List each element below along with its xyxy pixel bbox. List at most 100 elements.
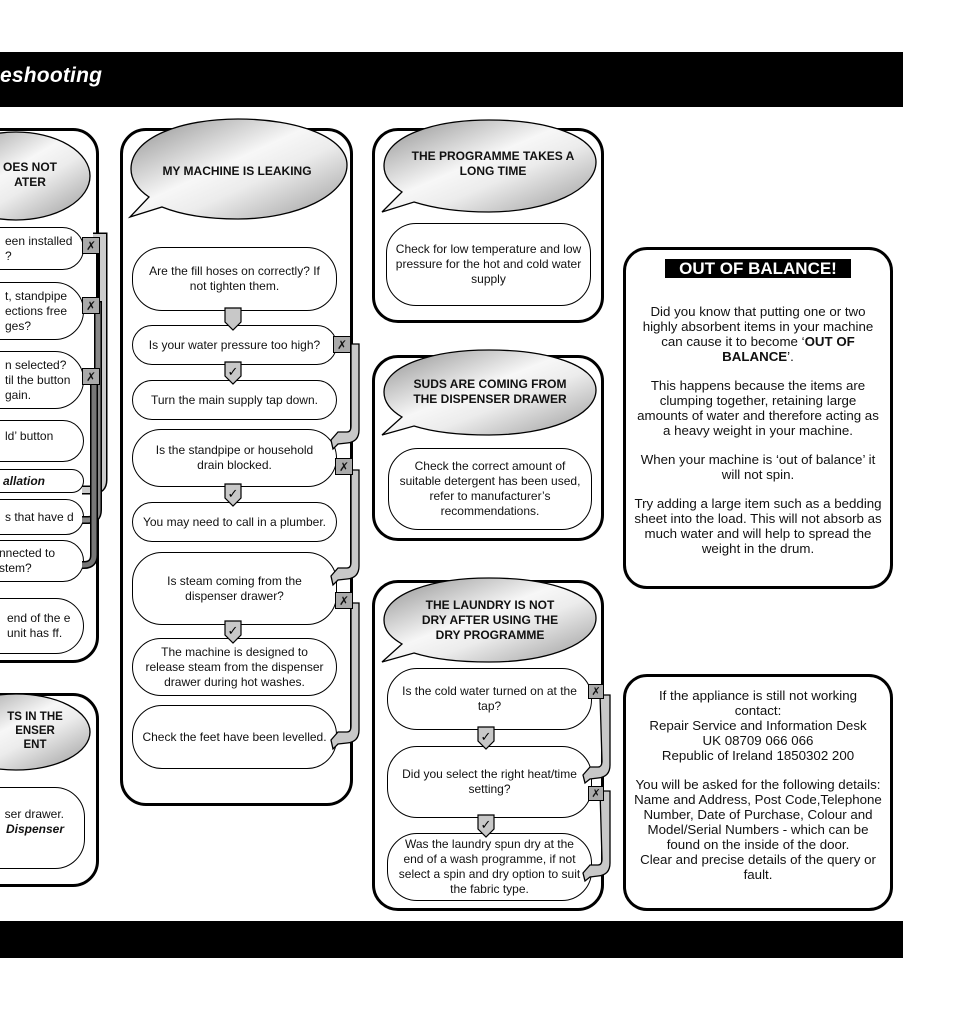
- step-box: Did you select the right heat/time setti…: [387, 746, 592, 818]
- cross-icon: ✗: [338, 593, 350, 608]
- step-text: s that have d: [5, 509, 74, 524]
- step-box: Check the feet have been levelled.: [132, 705, 337, 769]
- cross-icon: ✗: [336, 337, 348, 352]
- step-text: Check for low temperature and low pressu…: [395, 242, 582, 286]
- cross-icon: ✗: [85, 369, 97, 384]
- bubble-heading: SUDS ARE COMING FROM THE DISPENSER DRAWE…: [413, 377, 567, 406]
- paragraph: When your machine is ‘out of balance’ it…: [640, 452, 876, 482]
- out-of-balance-title: OUT OF BALANCE!: [665, 259, 851, 278]
- contact-intro: If the appliance is still not working co…: [658, 688, 858, 718]
- no-tag: ✗: [588, 684, 604, 699]
- check-icon: ✓: [228, 624, 239, 639]
- step-text: allation: [3, 473, 46, 488]
- footer-bar: [0, 921, 903, 958]
- check-icon: ✓: [228, 365, 239, 380]
- step-text: een installed ?: [5, 233, 73, 263]
- speech-bubble-leaking: MY MACHINE IS LEAKING: [127, 118, 349, 220]
- step-text: Check the feet have been levelled.: [142, 729, 327, 744]
- bubble-heading: THE LAUNDRY IS NOT DRY AFTER USING THE D…: [421, 597, 559, 642]
- speech-bubble-no-water: OES NOT ATER: [0, 131, 92, 224]
- step-box: ld’ button: [0, 420, 84, 462]
- step-text: Check the correct amount of suitable det…: [399, 459, 581, 518]
- down-arrow-icon: [223, 307, 243, 337]
- paragraph: This happens because the items are clump…: [637, 378, 879, 438]
- check-icon: ✓: [228, 487, 239, 502]
- out-of-balance-box: OUT OF BALANCE! Did you know that puttin…: [623, 247, 893, 589]
- no-tag: ✗: [82, 368, 100, 385]
- step-box: Check for low temperature and low pressu…: [386, 223, 591, 306]
- step-box: een installed ?: [0, 227, 84, 270]
- bubble-heading-line: ENSER: [15, 725, 55, 737]
- check-icon: ✓: [481, 818, 492, 833]
- contact-desk: Repair Service and Information Desk: [649, 718, 867, 733]
- bubble-heading: MY MACHINE IS LEAKING: [162, 163, 312, 178]
- step-box: nnected to stem?: [0, 540, 84, 582]
- step-box: Are the fill hoses on correctly? If not …: [132, 247, 337, 311]
- yes-arrow: ✓: [476, 726, 496, 756]
- step-text: Did you select the right heat/time setti…: [402, 767, 577, 796]
- paragraph: Clear and precise details of the query o…: [640, 852, 876, 882]
- yes-arrow: ✓: [223, 620, 243, 650]
- check-icon: ✓: [481, 730, 492, 745]
- contact-uk-phone: UK 08709 066 066: [702, 733, 814, 748]
- step-text: ld’ button: [5, 429, 54, 443]
- yes-arrow: ✓: [223, 361, 243, 391]
- contact-box: If the appliance is still not working co…: [623, 674, 893, 911]
- speech-bubble-not-dry: THE LAUNDRY IS NOT DRY AFTER USING THE D…: [378, 577, 600, 663]
- no-tag: ✗: [588, 786, 604, 801]
- speech-bubble-suds: SUDS ARE COMING FROM THE DISPENSER DRAWE…: [378, 349, 600, 436]
- bubble-heading-line: ATER: [14, 175, 46, 189]
- cross-icon: ✗: [338, 459, 350, 474]
- step-text: Turn the main supply tap down.: [151, 392, 318, 407]
- step-box: Is steam coming from the dispenser drawe…: [132, 552, 337, 625]
- step-box: ser drawer. Dispenser: [0, 787, 85, 869]
- paragraph: You will be asked for the following deta…: [634, 777, 882, 852]
- cross-icon: ✗: [591, 788, 601, 800]
- paragraph: If the appliance is still not working co…: [626, 688, 890, 763]
- cross-icon: ✗: [591, 686, 601, 698]
- step-text-emphasis: Dispenser: [5, 822, 64, 836]
- step-box: Is the standpipe or household drain bloc…: [132, 429, 337, 487]
- step-text: t, standpipe ections free ges?: [5, 288, 68, 333]
- step-text: n selected? til the button gain.: [5, 357, 71, 402]
- cross-icon: ✗: [85, 238, 97, 253]
- step-box: n selected? til the button gain.: [0, 351, 84, 409]
- step-text: end of the e unit has ff.: [7, 611, 71, 640]
- yes-arrow: ✓: [223, 483, 243, 513]
- paragraph: Did you know that putting one or two hig…: [626, 304, 890, 364]
- step-text: Is the cold water turned on at the tap?: [402, 684, 577, 713]
- contact-ireland-phone: Republic of Ireland 1850302 200: [661, 748, 855, 763]
- no-tag: ✗: [335, 592, 353, 609]
- bubble-heading-line: TS IN THE: [7, 711, 63, 723]
- step-text: ser drawer.: [4, 807, 64, 821]
- step-text: Are the fill hoses on correctly? If not …: [149, 264, 320, 293]
- header-bar: eshooting: [0, 52, 903, 107]
- no-tag: ✗: [82, 297, 100, 314]
- step-box: Is the cold water turned on at the tap?: [387, 668, 592, 730]
- no-tag: ✗: [335, 458, 353, 475]
- no-tag: ✗: [82, 237, 100, 254]
- page-title: eshooting: [0, 64, 103, 87]
- step-text: You may need to call in a plumber.: [142, 514, 326, 529]
- text: ’.: [787, 349, 794, 364]
- step-text: nnected to stem?: [0, 546, 56, 575]
- step-box: t, standpipe ections free ges?: [0, 282, 84, 340]
- step-box: s that have d: [0, 499, 84, 535]
- speech-bubble-dispenser: TS IN THE ENSER ENT: [0, 693, 92, 774]
- step-text: The machine is designed to release steam…: [145, 644, 324, 689]
- bubble-heading-line: OES NOT: [2, 160, 57, 174]
- bubble-heading: THE PROGRAMME TAKES A LONG TIME: [411, 149, 575, 178]
- step-box: allation: [0, 469, 84, 493]
- step-box: end of the e unit has ff.: [0, 598, 84, 654]
- yes-arrow: ✓: [476, 814, 496, 844]
- paragraph: Try adding a large item such as a beddin…: [634, 496, 882, 556]
- bubble-heading-line: ENT: [23, 739, 47, 751]
- cross-icon: ✗: [85, 298, 97, 313]
- speech-bubble-long-programme: THE PROGRAMME TAKES A LONG TIME: [378, 119, 600, 213]
- step-text: Is the standpipe or household drain bloc…: [155, 443, 314, 472]
- step-text: Is your water pressure too high?: [148, 337, 321, 352]
- step-text: Was the laundry spun dry at the end of a…: [398, 837, 581, 896]
- step-box: Check the correct amount of suitable det…: [388, 448, 592, 530]
- no-tag: ✗: [333, 336, 351, 353]
- step-text: Is steam coming from the dispenser drawe…: [167, 573, 302, 603]
